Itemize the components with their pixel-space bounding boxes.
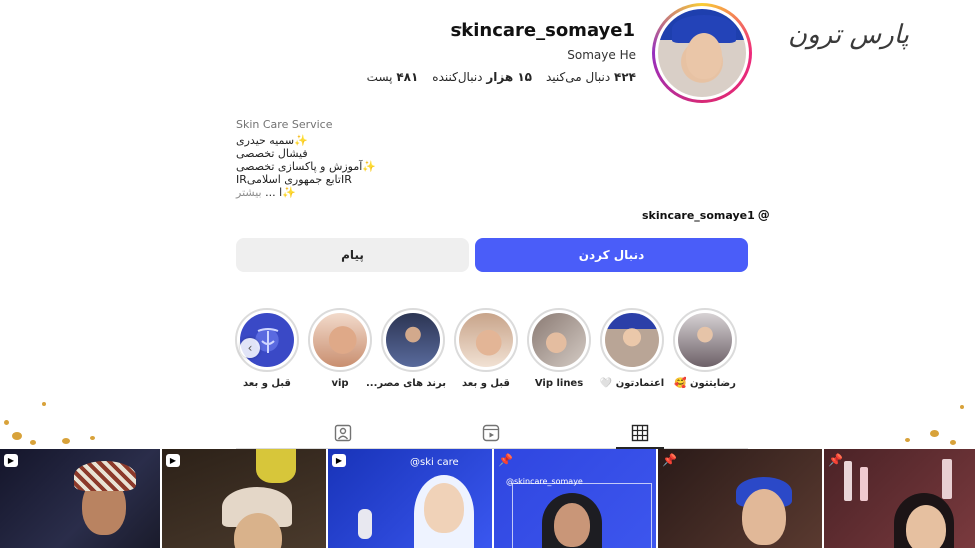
highlight-cover (313, 313, 367, 367)
follow-button[interactable]: دنبال کردن (475, 238, 748, 272)
reel-icon: ▶ (166, 454, 180, 467)
highlight-cover (459, 313, 513, 367)
decor-splash (90, 436, 95, 440)
watermark-logo: پارس ترون (788, 20, 909, 50)
post-thumbnail[interactable]: @skincare_somaye 📌 (494, 449, 656, 548)
post-thumbnail[interactable]: ▶ (162, 449, 326, 548)
posts-count: ۴۸۱ پست (366, 70, 419, 84)
post-caption: @ski care (410, 457, 459, 468)
highlight-label: vip (331, 378, 349, 389)
highlight-item[interactable]: Vip lines (526, 308, 592, 389)
highlight-item[interactable]: vip (307, 308, 373, 389)
highlight-cover (678, 313, 732, 367)
highlight-item[interactable]: قبل و بعد (453, 308, 519, 389)
threads-link[interactable]: skincare_somaye1 @ (642, 208, 770, 222)
more-options-icon[interactable]: ··· (458, 18, 473, 37)
pin-icon: 📌 (498, 453, 513, 467)
highlight-label: رضایتتون 🥰 (674, 378, 736, 389)
highlight-item[interactable]: برند های مصر... (366, 308, 446, 389)
highlight-label: اعتمادتون 🤍 (599, 378, 665, 389)
message-button[interactable]: پیام (236, 238, 469, 272)
followers-count[interactable]: ۱۵ هزار دنبال‌کننده (432, 70, 532, 84)
tab-grid[interactable] (631, 424, 649, 442)
highlight-label: قبل و بعد (462, 378, 510, 389)
bio-category: Skin Care Service (236, 118, 333, 131)
highlight-label: برند های مصر... (366, 378, 446, 389)
profile-stats: ۴۸۱ پست ۱۵ هزار دنبال‌کننده ۴۲۴ دنبال می… (367, 70, 636, 84)
highlight-label: Vip lines (534, 378, 584, 389)
tab-tagged[interactable] (334, 424, 352, 442)
pin-icon: 📌 (828, 453, 843, 467)
threads-handle: skincare_somaye1 (642, 208, 755, 222)
decor-splash (30, 440, 36, 445)
pin-icon: 📌 (662, 453, 677, 467)
bio-more-link[interactable]: بیشتر (236, 186, 262, 199)
post-thumbnail[interactable]: ▶ (0, 449, 160, 548)
decor-splash (62, 438, 70, 444)
decor-splash (4, 420, 9, 425)
bio-line: ✨آموزش و پاکسازی تخصصی (236, 160, 377, 173)
bio-line: ✨ا ... بیشتر (236, 186, 296, 199)
highlight-cover (532, 313, 586, 367)
highlight-item[interactable]: اعتمادتون 🤍 (599, 308, 665, 389)
reel-icon: ▶ (4, 454, 18, 467)
profile-avatar[interactable] (652, 3, 752, 103)
decor-splash (12, 432, 22, 440)
following-count[interactable]: ۴۲۴ دنبال می‌کنید (546, 70, 636, 84)
profile-bio: Skin Care Service ✨سمیه حیدری فیشال تخصص… (236, 118, 376, 199)
reel-icon: ▶ (332, 454, 346, 467)
grid-icon (631, 424, 649, 442)
decor-splash (42, 402, 46, 406)
decor-splash (950, 440, 956, 445)
highlight-item[interactable]: رضایتتون 🥰 (672, 308, 738, 389)
decor-splash (905, 438, 910, 442)
threads-icon: @ (757, 208, 770, 222)
decor-splash (930, 430, 939, 437)
profile-full-name: Somaye He (567, 48, 636, 62)
post-thumbnail[interactable]: 📌 (824, 449, 975, 548)
bio-line: ✨سمیه حیدری (236, 134, 308, 147)
profile-username: skincare_somaye1 (450, 20, 635, 41)
bio-line: فیشال تخصصی (236, 147, 308, 160)
tab-reels[interactable] (482, 424, 500, 442)
post-thumbnail[interactable]: @ski care ▶ (328, 449, 492, 548)
post-thumbnail[interactable]: 📌 (658, 449, 822, 548)
bio-line: IRتابع جمهوری اسلامیIR (236, 173, 352, 186)
highlight-label: قبل و بعد (243, 378, 291, 389)
chevron-left-icon[interactable]: ‹ (240, 338, 260, 358)
tagged-icon (334, 424, 352, 442)
decor-splash (960, 405, 964, 409)
highlight-cover (605, 313, 659, 367)
reels-icon (482, 424, 500, 442)
avatar-photo (658, 9, 746, 97)
highlight-cover (386, 313, 440, 367)
